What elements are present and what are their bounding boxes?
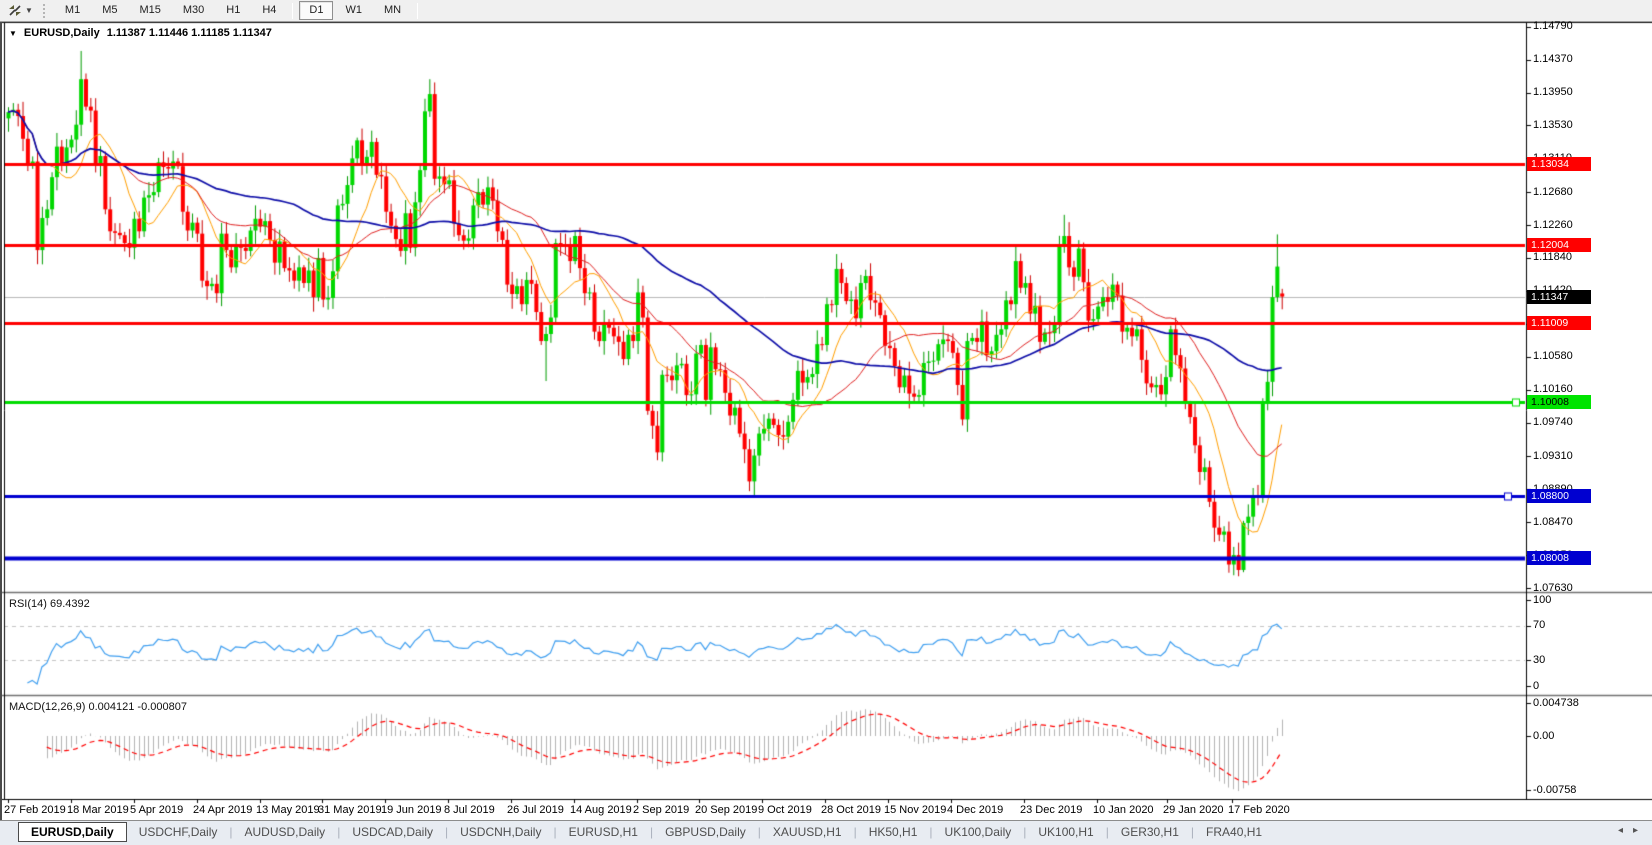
price-axis-tick: 1.10580 bbox=[1533, 350, 1573, 363]
date-axis-label: 31 May 2019 bbox=[318, 804, 382, 816]
price-axis-tick: 1.12260 bbox=[1533, 218, 1573, 231]
period-button-m30[interactable]: M30 bbox=[173, 1, 214, 20]
chart-tab-usdcnh-daily[interactable]: USDCNH,Daily bbox=[448, 822, 553, 842]
chart-tab-xauusd-h1[interactable]: XAUUSD,H1 bbox=[761, 822, 854, 842]
rsi-axis-tick: 70 bbox=[1533, 619, 1546, 632]
level-price-tag: 1.08008 bbox=[1527, 551, 1591, 566]
date-axis-label: 8 Jul 2019 bbox=[444, 804, 495, 816]
macd-indicator-label: MACD(12,26,9) 0.004121 -0.000807 bbox=[9, 701, 187, 713]
current-price-tag: 1.11347 bbox=[1527, 289, 1591, 304]
price-axis-tick: 1.13950 bbox=[1533, 86, 1573, 99]
price-axis-tick: 1.11840 bbox=[1533, 251, 1572, 264]
price-axis-tick: 1.13530 bbox=[1533, 118, 1573, 131]
rsi-axis-tick: 0 bbox=[1533, 679, 1540, 692]
window-left-border bbox=[0, 22, 2, 845]
price-axis-tick: 1.09740 bbox=[1533, 416, 1573, 429]
symbol-dropdown-icon[interactable]: ▼ bbox=[9, 29, 17, 38]
tabs-scroll-right-icon[interactable]: ▸ bbox=[1633, 825, 1638, 836]
price-axis-tick: 1.14790 bbox=[1533, 20, 1573, 33]
price-axis-tick: 1.12680 bbox=[1533, 185, 1573, 198]
rsi-axis-tick: 100 bbox=[1533, 593, 1552, 606]
period-button-m1[interactable]: M1 bbox=[55, 1, 90, 20]
chart-tabs-bar: EURUSD,Daily USDCHF,Daily | AUDUSD,Daily | US… bbox=[0, 820, 1652, 845]
date-axis-label: 23 Dec 2019 bbox=[1020, 804, 1083, 816]
date-axis-label: 24 Apr 2019 bbox=[193, 804, 253, 816]
level-price-tag: 1.10008 bbox=[1527, 394, 1591, 409]
chart-tab-ger30-h1[interactable]: GER30,H1 bbox=[1109, 822, 1191, 842]
charts-period-icon[interactable] bbox=[6, 3, 24, 19]
macd-axis-tick: 0.004738 bbox=[1533, 696, 1579, 709]
toolbar-divider bbox=[292, 2, 294, 19]
price-axis-tick: 1.09310 bbox=[1533, 449, 1573, 462]
chart-tab-gbpusd-daily[interactable]: GBPUSD,Daily bbox=[653, 822, 758, 842]
chart-canvas[interactable] bbox=[0, 0, 1652, 845]
macd-axis-tick: -0.00758 bbox=[1533, 783, 1577, 796]
date-axis-label: 14 Aug 2019 bbox=[570, 804, 632, 816]
chart-ohlc-values: 1.11387 1.11446 1.11185 1.11347 bbox=[106, 27, 272, 39]
date-axis-label: 27 Feb 2019 bbox=[4, 804, 66, 816]
price-axis-tick: 1.10160 bbox=[1533, 383, 1573, 396]
date-axis-label: 9 Oct 2019 bbox=[758, 804, 812, 816]
period-button-mn[interactable]: MN bbox=[374, 1, 411, 20]
period-button-h4[interactable]: H4 bbox=[252, 1, 286, 20]
date-axis-label: 5 Apr 2019 bbox=[130, 804, 184, 816]
level-price-tag: 1.11009 bbox=[1527, 316, 1591, 331]
toolbar-divider bbox=[417, 2, 419, 19]
tabs-scroll-arrows: ◂ ▸ bbox=[1618, 825, 1638, 836]
diagonal-arrows-icon bbox=[9, 5, 21, 16]
chart-tab-hk50-h1[interactable]: HK50,H1 bbox=[857, 822, 930, 842]
date-axis-label: 29 Jan 2020 bbox=[1163, 804, 1224, 816]
period-toolbar: ▼ M1 M5 M15 M30 H1 H4 D1 W1 MN bbox=[0, 0, 1652, 22]
macd-axis-tick: 0.00 bbox=[1533, 729, 1555, 742]
rsi-axis-tick: 30 bbox=[1533, 653, 1546, 666]
date-axis-label: 2 Sep 2019 bbox=[633, 804, 690, 816]
chart-tab-audusd-daily[interactable]: AUDUSD,Daily bbox=[233, 822, 338, 842]
chart-tab-uk100-h1[interactable]: UK100,H1 bbox=[1026, 822, 1105, 842]
toolbar-grip-handle[interactable] bbox=[42, 3, 48, 18]
level-price-tag: 1.08800 bbox=[1527, 489, 1591, 504]
price-axis-tick: 1.08470 bbox=[1533, 515, 1573, 528]
tabs-scroll-left-icon[interactable]: ◂ bbox=[1618, 825, 1623, 836]
chart-tab-eurusd-daily[interactable]: EURUSD,Daily bbox=[18, 822, 127, 842]
period-button-m15[interactable]: M15 bbox=[129, 1, 170, 20]
date-axis-label: 28 Oct 2019 bbox=[821, 804, 881, 816]
period-button-w1[interactable]: W1 bbox=[335, 1, 372, 20]
period-button-h1[interactable]: H1 bbox=[216, 1, 250, 20]
date-axis-label: 13 May 2019 bbox=[256, 804, 320, 816]
level-price-tag: 1.12004 bbox=[1527, 238, 1591, 253]
date-axis-label: 26 Jul 2019 bbox=[507, 804, 564, 816]
level-price-tag: 1.13034 bbox=[1527, 157, 1591, 172]
price-axis-tick: 1.07630 bbox=[1533, 581, 1573, 594]
chart-tab-usdcad-daily[interactable]: USDCAD,Daily bbox=[340, 822, 445, 842]
date-axis-label: 19 Jun 2019 bbox=[381, 804, 442, 816]
price-axis-tick: 1.14370 bbox=[1533, 53, 1573, 66]
toolbar-dropdown-caret-icon[interactable]: ▼ bbox=[25, 6, 33, 15]
date-axis-label: 15 Nov 2019 bbox=[884, 804, 947, 816]
date-axis-label: 18 Mar 2019 bbox=[67, 804, 129, 816]
period-button-m5[interactable]: M5 bbox=[92, 1, 127, 20]
chart-tab-uk100-daily[interactable]: UK100,Daily bbox=[933, 822, 1024, 842]
date-axis-label: 10 Jan 2020 bbox=[1093, 804, 1154, 816]
date-axis-label: 17 Feb 2020 bbox=[1228, 804, 1290, 816]
chart-tab-fra40-h1[interactable]: FRA40,H1 bbox=[1194, 822, 1274, 842]
chart-tab-usdchf-daily[interactable]: USDCHF,Daily bbox=[127, 822, 230, 842]
rsi-indicator-label: RSI(14) 69.4392 bbox=[9, 598, 90, 610]
date-axis-label: 20 Sep 2019 bbox=[695, 804, 758, 816]
chart-tab-eurusd-h1[interactable]: EURUSD,H1 bbox=[557, 822, 650, 842]
chart-header: ▼ EURUSD,Daily 1.11387 1.11446 1.11185 1… bbox=[9, 27, 272, 39]
chart-symbol-label: EURUSD,Daily bbox=[23, 27, 100, 39]
date-axis-label: 4 Dec 2019 bbox=[947, 804, 1004, 816]
period-button-d1[interactable]: D1 bbox=[299, 1, 334, 20]
